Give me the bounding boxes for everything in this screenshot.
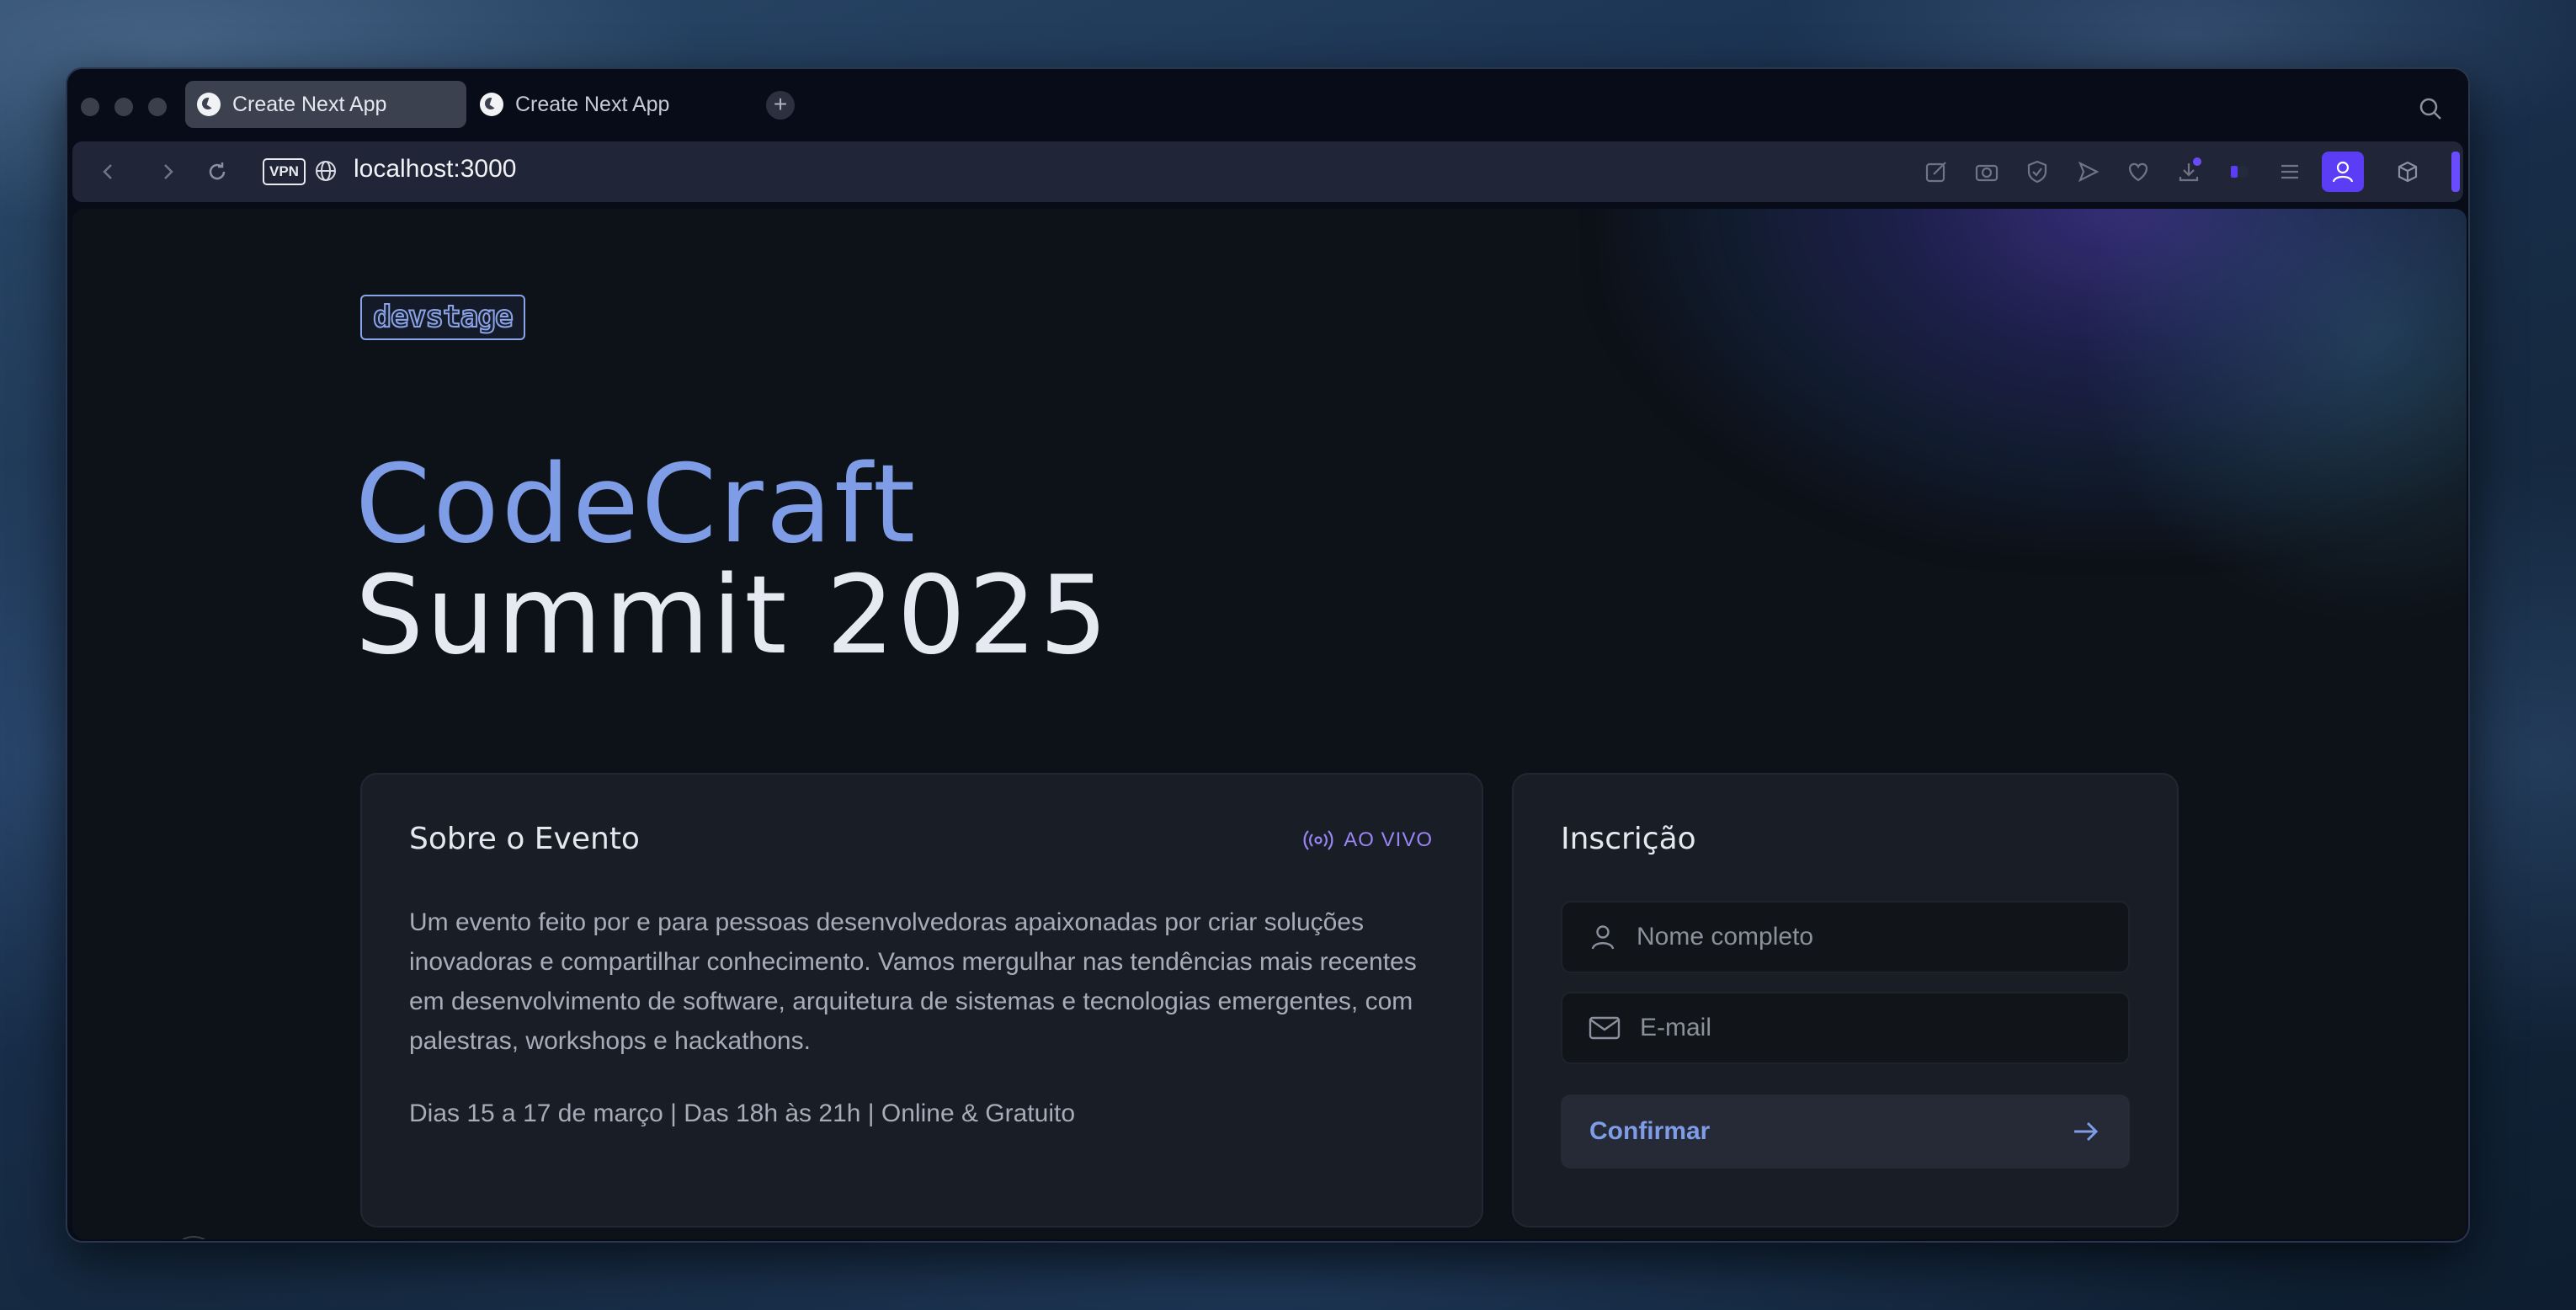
cube-icon[interactable] — [2392, 157, 2423, 187]
about-heading: Sobre o Evento — [409, 822, 640, 856]
browser-window: Create Next App Create Next App + VPN lo… — [66, 67, 2470, 1243]
heart-icon[interactable] — [2123, 157, 2153, 187]
tab-globe-icon — [197, 93, 221, 116]
confirm-label: Confirmar — [1589, 1117, 1711, 1145]
tab-create-next-app-active[interactable]: Create Next App — [185, 81, 466, 128]
tab-bar: Create Next App Create Next App + — [67, 69, 2468, 141]
address-bar: VPN localhost:3000 — [72, 141, 2463, 202]
background-glow-secondary — [2079, 209, 2467, 630]
sidebar-icon[interactable] — [2224, 157, 2254, 187]
tab-create-next-app[interactable]: Create Next App — [468, 81, 749, 128]
globe-icon[interactable] — [313, 158, 338, 184]
about-description: Um evento feito por e para pessoas desen… — [409, 908, 1417, 1055]
email-field[interactable] — [1561, 992, 2130, 1064]
live-badge: AO VIVO — [1303, 828, 1433, 852]
page-title-line2: Summit 2025 — [355, 553, 1110, 679]
url-field[interactable]: localhost:3000 — [354, 155, 516, 184]
reload-icon[interactable] — [204, 158, 231, 185]
shield-icon[interactable] — [2022, 157, 2052, 187]
sidebar-toggle-indicator[interactable] — [2451, 152, 2460, 192]
tab-globe-icon — [480, 93, 503, 116]
vpn-badge[interactable]: VPN — [263, 158, 306, 185]
search-tabs-icon[interactable] — [2418, 96, 2443, 121]
nextjs-dev-indicator[interactable] — [172, 1236, 216, 1239]
live-label: AO VIVO — [1344, 828, 1433, 851]
profile-button[interactable] — [2322, 152, 2364, 192]
edit-icon[interactable] — [1921, 157, 1951, 187]
page-title-line1: CodeCraft — [355, 442, 918, 567]
page-content: devstage CodeCraft Summit 2025 Sobre o E… — [72, 209, 2467, 1239]
signup-card: Inscrição Confirmar — [1512, 773, 2179, 1227]
name-input[interactable] — [1637, 923, 2108, 951]
event-details: Dias 15 a 17 de março | Das 18h às 21h |… — [409, 1100, 1076, 1127]
name-field[interactable] — [1561, 901, 2130, 973]
mail-icon — [1589, 1016, 1621, 1040]
profile-icon — [2332, 161, 2354, 183]
minimize-window-button[interactable] — [114, 98, 133, 116]
lightning-icon — [173, 1238, 214, 1239]
forward-icon[interactable] — [155, 158, 182, 185]
back-icon[interactable] — [94, 158, 121, 185]
menu-icon[interactable] — [2275, 157, 2305, 187]
tab-title: Create Next App — [232, 92, 387, 116]
email-input[interactable] — [1640, 1014, 2111, 1042]
broadcast-icon — [1303, 830, 1333, 850]
close-window-button[interactable] — [81, 98, 99, 116]
download-icon[interactable] — [2174, 157, 2204, 187]
tab-title: Create Next App — [515, 92, 670, 116]
confirm-button[interactable]: Confirmar — [1561, 1094, 2130, 1169]
zoom-window-button[interactable] — [148, 98, 167, 116]
send-icon[interactable] — [2073, 157, 2103, 187]
devstage-logo: devstage — [360, 295, 525, 340]
about-event-card: Sobre o Evento AO VIVO Um evento feito p… — [360, 773, 1483, 1227]
user-icon — [1591, 925, 1615, 950]
arrow-right-icon — [2074, 1121, 2099, 1142]
new-tab-button[interactable]: + — [766, 91, 795, 120]
camera-icon[interactable] — [1972, 157, 2002, 187]
signup-heading: Inscrição — [1561, 822, 1696, 856]
